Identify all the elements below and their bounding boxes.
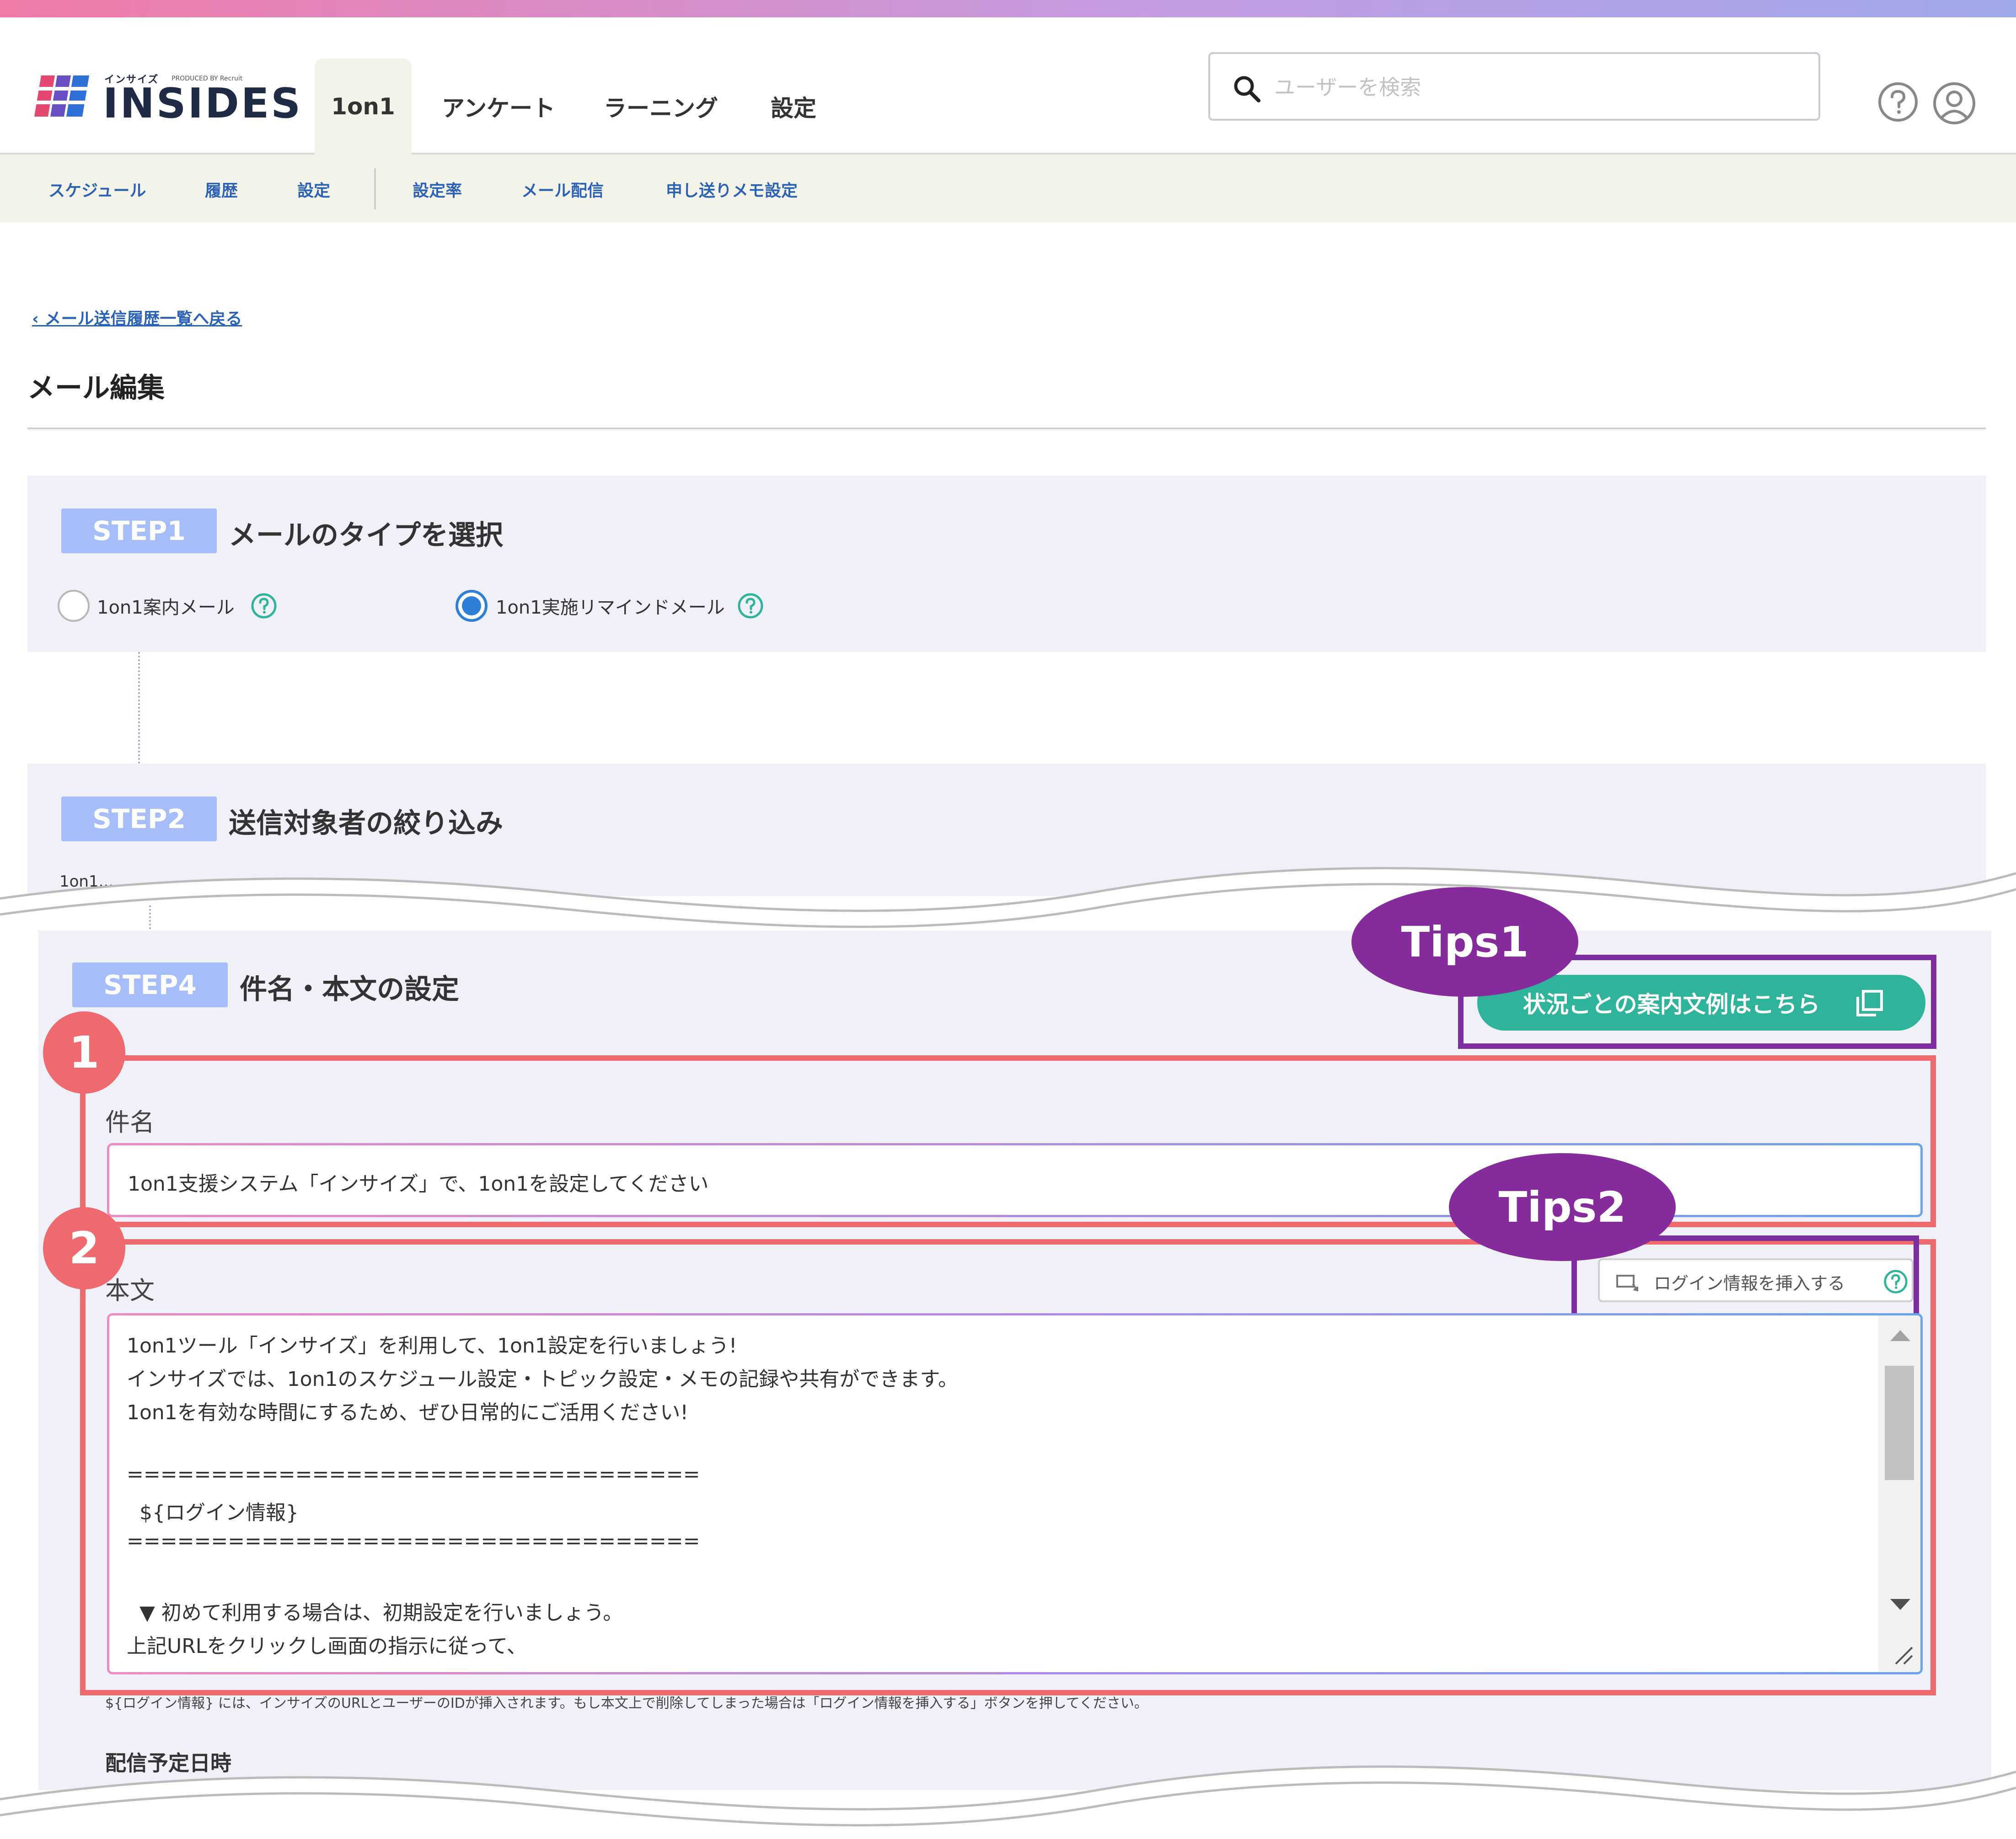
nav-tab-survey[interactable]: アンケート — [437, 59, 560, 155]
subnav-mail-delivery[interactable]: メール配信 — [521, 177, 604, 201]
subnav-settings[interactable]: 設定 — [297, 177, 330, 201]
step2-title: 送信対象者の絞り込み — [229, 807, 503, 839]
nav-tab-settings[interactable]: 設定 — [759, 59, 828, 155]
subnav-handover-memo[interactable]: 申し送りメモ設定 — [666, 177, 798, 201]
search-input[interactable] — [1274, 68, 1800, 107]
body-line: 上記URLをクリックし画面の指示に従って、 — [127, 1635, 527, 1658]
login-info-note: ${ログイン情報} には、インサイズのURLとユーザーのIDが挿入されます。もし… — [105, 1695, 1148, 1711]
nav-tab-label: 1on1 — [331, 93, 395, 120]
step4-title: 件名・本文の設定 — [240, 973, 459, 1005]
sub-navigation: スケジュール 履歴 設定 設定率 メール配信 申し送りメモ設定 — [0, 155, 2016, 222]
page-break-wave — [0, 867, 2016, 933]
insides-logo[interactable]: インサイズ PRODUCED BY Recruit INSIDES — [32, 49, 300, 132]
step-connector — [149, 905, 151, 933]
divider — [27, 428, 1986, 429]
scroll-down-arrow-icon[interactable] — [1890, 1599, 1910, 1610]
step4-badge: STEP4 — [72, 962, 228, 1007]
page-break-wave — [0, 1765, 2016, 1829]
textarea-scrollbar[interactable] — [1878, 1315, 1920, 1672]
nav-tab-label: アンケート — [442, 95, 555, 122]
top-gradient-bar — [0, 0, 2016, 17]
subject-value: 1on1支援システム「インサイズ」で、1on1を設定してください — [128, 1172, 709, 1196]
nav-tab-label: ラーニング — [604, 95, 718, 122]
help-icon[interactable] — [737, 593, 764, 619]
tips1-bubble: Tips1 — [1351, 887, 1578, 997]
radio-label: 1on1案内メール — [97, 597, 235, 618]
scroll-thumb[interactable] — [1885, 1366, 1914, 1480]
scroll-up-arrow-icon[interactable] — [1890, 1330, 1910, 1341]
body-line: ▼ 初めて利用する場合は、初期設定を行いましょう。 — [127, 1601, 623, 1625]
page-title: メール編集 — [27, 372, 165, 404]
body-line: 1on1を有効な時間にするため、ぜひ日常的にご活用ください! — [127, 1401, 688, 1424]
subject-label: 件名 — [105, 1108, 155, 1137]
back-to-mail-history-link[interactable]: ‹ メール送信履歴一覧へ戻る — [32, 305, 242, 329]
subnav-schedule[interactable]: スケジュール — [48, 177, 146, 201]
body-line: ================================== — [127, 1463, 700, 1486]
body-line: インサイズでは、1on1のスケジュール設定・トピック設定・メモの記録や共有ができ… — [127, 1368, 958, 1391]
help-icon[interactable] — [251, 593, 277, 619]
user-account-icon[interactable] — [1932, 81, 1976, 125]
logo-mark-icon — [32, 75, 91, 117]
radio-label: 1on1実施リマインドメール — [496, 597, 725, 618]
subnav-history[interactable]: 履歴 — [205, 177, 238, 201]
app-header: インサイズ PRODUCED BY Recruit INSIDES 1on1 ア… — [0, 17, 2016, 155]
radio-1on1-guide-mail[interactable] — [58, 590, 90, 622]
tips2-bubble: Tips2 — [1449, 1153, 1676, 1261]
body-line: ================================== — [127, 1529, 700, 1553]
annotation-number-1: 1 — [43, 1011, 125, 1094]
help-icon[interactable] — [1877, 81, 1919, 123]
nav-tab-learning[interactable]: ラーニング — [595, 59, 727, 155]
step2-badge: STEP2 — [61, 797, 217, 841]
body-textarea[interactable]: 1on1ツール「インサイズ」を利用して、1on1設定を行いましょう! インサイズ… — [107, 1313, 1923, 1674]
radio-1on1-remind-mail[interactable] — [456, 590, 488, 622]
step-connector — [138, 652, 140, 764]
subnav-setting-rate[interactable]: 設定率 — [413, 177, 462, 201]
user-search-box[interactable] — [1208, 52, 1820, 121]
body-label: 本文 — [105, 1276, 155, 1305]
step1-panel: STEP1 メールのタイプを選択 1on1案内メール 1on1実施リマインドメー… — [27, 476, 1986, 652]
body-line: ${ログイン情報} — [127, 1501, 299, 1524]
resize-handle-icon[interactable] — [1891, 1643, 1914, 1666]
nav-tab-1on1[interactable]: 1on1 — [315, 59, 412, 155]
subnav-divider — [374, 168, 376, 209]
logo-text: INSIDES — [103, 80, 303, 128]
step1-badge: STEP1 — [61, 508, 217, 553]
nav-tab-label: 設定 — [771, 95, 816, 122]
step1-title: メールのタイプを選択 — [229, 519, 503, 551]
body-line: 1on1ツール「インサイズ」を利用して、1on1設定を行いましょう! — [127, 1334, 737, 1358]
search-icon — [1234, 76, 1260, 102]
